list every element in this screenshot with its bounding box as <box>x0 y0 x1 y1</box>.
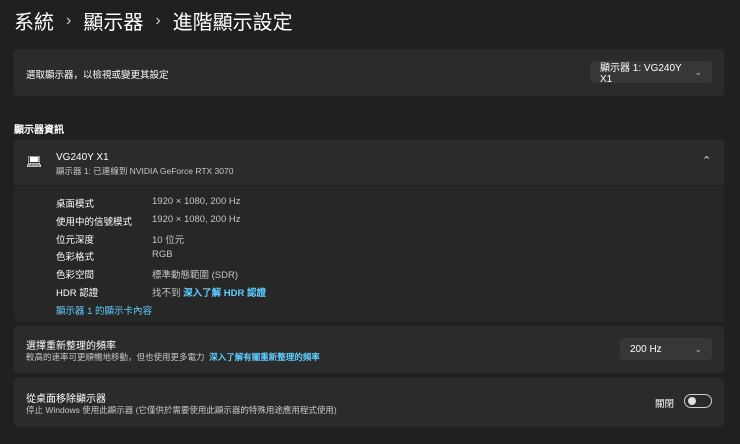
remove-desc: 停止 Windows 使用此顯示器 (它僅供於需要使用此顯示器的特殊用途應用程式… <box>26 405 337 415</box>
info-row: 色彩格式 RGB <box>56 249 173 263</box>
info-row: 位元深度 10 位元 <box>56 232 184 246</box>
hdr-learn-more-link[interactable]: 深入了解 HDR 認證 <box>183 285 266 299</box>
chevron-up-icon[interactable]: ⌃ <box>702 154 711 167</box>
info-key: HDR 認證 <box>56 288 99 299</box>
breadcrumb-display[interactable]: 顯示器 <box>83 6 143 35</box>
page-title: 進階顯示設定 <box>172 12 293 34</box>
info-value: 1920 × 1080, 200 Hz <box>152 196 241 207</box>
info-row: 使用中的信號模式 1920 × 1080, 200 Hz <box>56 214 240 228</box>
info-key: 色彩空間 <box>56 270 95 281</box>
monitor-subtitle: 顯示器 1: 已連線到 NVIDIA GeForce RTX 3070 <box>56 166 234 176</box>
laptop-icon: 💻︎ <box>26 154 43 169</box>
refresh-rate-card: 選擇重新整理的頻率 較高的速率可更順暢地移動，但也使用更多電力 深入了解有關重新… <box>14 326 724 373</box>
refresh-rate-value: 200 Hz <box>630 343 662 355</box>
info-value: RGB <box>152 249 173 260</box>
info-value: 找不到 <box>152 288 181 299</box>
info-row: 桌面模式 1920 × 1080, 200 Hz <box>56 196 240 210</box>
breadcrumb-system[interactable]: 系統 <box>14 6 54 35</box>
info-key: 桌面模式 <box>56 199 95 210</box>
remove-display-toggle[interactable] <box>684 394 712 408</box>
refresh-learn-more-link[interactable]: 深入了解有關重新整理的頻率 <box>209 352 320 362</box>
info-key: 色彩格式 <box>56 252 95 263</box>
chevron-down-icon: ⌄ <box>694 343 702 354</box>
toggle-knob <box>688 397 696 405</box>
refresh-rate-dropdown[interactable]: 200 Hz ⌄ <box>620 338 712 360</box>
info-key: 位元深度 <box>56 235 95 246</box>
section-title: 顯示器資訊 <box>14 125 64 136</box>
monitor-name: VG240Y X1 <box>56 152 109 163</box>
refresh-title: 選擇重新整理的頻率 <box>26 341 116 352</box>
select-display-label: 選取顯示器，以檢視或變更其設定 <box>26 70 169 81</box>
info-row-hdr: HDR 認證 找不到 深入了解 HDR 認證 <box>56 285 266 299</box>
refresh-desc-text: 較高的速率可更順暢地移動，但也使用更多電力 <box>26 352 205 362</box>
chevron-right-icon: › <box>155 11 161 29</box>
remove-display-card: 從桌面移除顯示器 停止 Windows 使用此顯示器 (它僅供於需要使用此顯示器… <box>14 378 724 427</box>
info-value: 標準動態範圍 (SDR) <box>152 270 239 281</box>
breadcrumb: 系統 › 顯示器 › 進階顯示設定 <box>14 6 293 35</box>
display-dropdown[interactable]: 顯示器 1: VG240Y X1 ⌄ <box>590 61 712 85</box>
display-dropdown-value: 顯示器 1: VG240Y X1 <box>600 63 682 85</box>
toggle-label: 關閉 <box>655 399 675 410</box>
chevron-right-icon: › <box>66 11 72 29</box>
remove-title: 從桌面移除顯示器 <box>26 394 106 405</box>
chevron-down-icon: ⌄ <box>694 66 702 77</box>
info-value: 10 位元 <box>152 235 185 246</box>
info-value: 1920 × 1080, 200 Hz <box>152 214 241 225</box>
select-display-card: 選取顯示器，以檢視或變更其設定 顯示器 1: VG240Y X1 ⌄ <box>14 49 724 96</box>
info-row: 色彩空間 標準動態範圍 (SDR) <box>56 267 238 281</box>
adapter-properties-link[interactable]: 顯示器 1 的顯示卡內容 <box>56 303 152 317</box>
info-key: 使用中的信號模式 <box>56 217 133 228</box>
refresh-desc: 較高的速率可更順暢地移動，但也使用更多電力 深入了解有關重新整理的頻率 <box>26 351 320 363</box>
monitor-info-header[interactable]: 💻︎ VG240Y X1 顯示器 1: 已連線到 NVIDIA GeForce … <box>14 140 724 186</box>
